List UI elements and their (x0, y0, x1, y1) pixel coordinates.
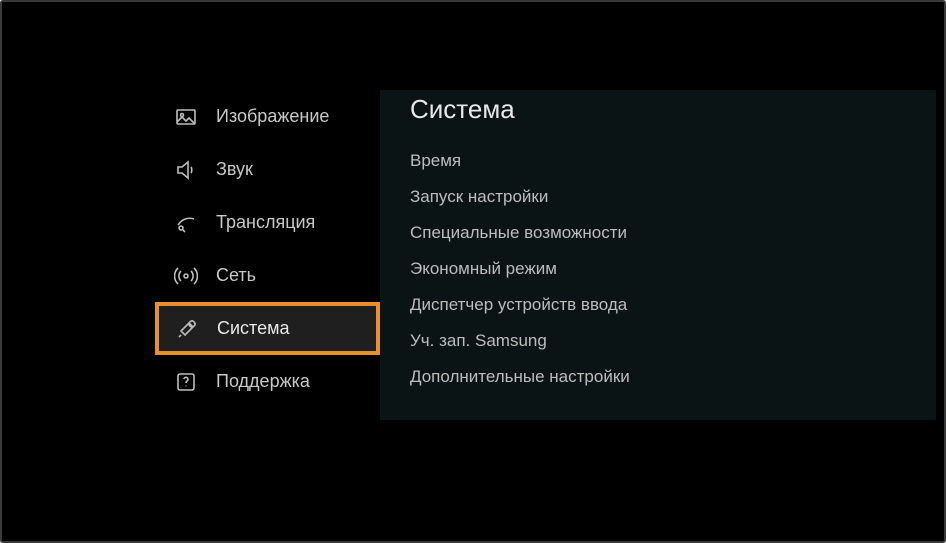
sidebar-item-label: Изображение (216, 106, 329, 127)
sidebar-item-sound[interactable]: Звук (155, 143, 380, 196)
tools-icon (175, 317, 199, 341)
sidebar-item-system[interactable]: Система (155, 302, 380, 355)
content-title: Система (410, 94, 936, 125)
tv-frame: Изображение Звук Трансляция Сеть (0, 0, 946, 543)
content-item-setup[interactable]: Запуск настройки (410, 179, 936, 215)
sidebar-item-broadcast[interactable]: Трансляция (155, 196, 380, 249)
satellite-icon (174, 211, 198, 235)
sidebar-item-support[interactable]: Поддержка (155, 355, 380, 408)
sidebar-item-label: Система (217, 318, 290, 339)
settings-content-panel: Система Время Запуск настройки Специальн… (380, 90, 936, 420)
content-item-advanced[interactable]: Дополнительные настройки (410, 359, 936, 395)
speaker-icon (174, 158, 198, 182)
antenna-icon (174, 264, 198, 288)
image-icon (174, 105, 198, 129)
sidebar-item-network[interactable]: Сеть (155, 249, 380, 302)
content-item-accessibility[interactable]: Специальные возможности (410, 215, 936, 251)
content-item-time[interactable]: Время (410, 143, 936, 179)
sidebar-item-picture[interactable]: Изображение (155, 90, 380, 143)
support-icon (174, 370, 198, 394)
tv-screen: Изображение Звук Трансляция Сеть (10, 10, 936, 533)
sidebar-item-label: Поддержка (216, 371, 310, 392)
content-item-samsung-account[interactable]: Уч. зап. Samsung (410, 323, 936, 359)
content-item-device-manager[interactable]: Диспетчер устройств ввода (410, 287, 936, 323)
sidebar-item-label: Трансляция (216, 212, 315, 233)
settings-sidebar: Изображение Звук Трансляция Сеть (155, 90, 380, 408)
sidebar-item-label: Сеть (216, 265, 256, 286)
content-item-eco[interactable]: Экономный режим (410, 251, 936, 287)
sidebar-item-label: Звук (216, 159, 253, 180)
